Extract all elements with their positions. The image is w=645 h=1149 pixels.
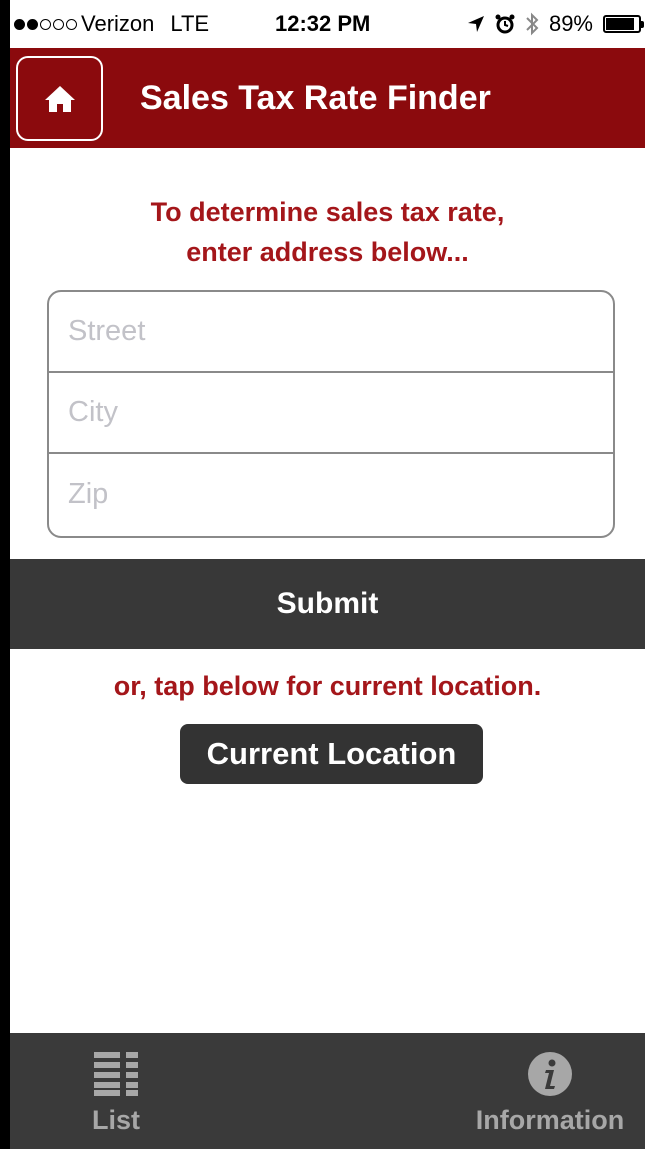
zip-field-row: [49, 454, 613, 535]
tab-list-label: List: [91, 1105, 140, 1135]
info-icon: [527, 1049, 573, 1099]
bluetooth-icon: [526, 12, 539, 36]
status-bar: Verizon LTE 12:32 PM 89%: [10, 0, 645, 48]
home-button[interactable]: [16, 56, 103, 141]
battery-icon: [603, 15, 644, 33]
city-field-row: [49, 373, 613, 454]
status-time: 12:32 PM: [275, 11, 371, 36]
list-icon: [94, 1049, 138, 1099]
street-field-row: [49, 292, 613, 373]
app-header: Sales Tax Rate Finder: [10, 48, 645, 148]
signal-dots-icon: [14, 18, 77, 30]
carrier-label: Verizon: [81, 11, 155, 36]
submit-button[interactable]: Submit: [10, 559, 645, 649]
page-title: Sales Tax Rate Finder: [140, 78, 491, 117]
network-label: LTE: [170, 11, 210, 36]
status-right: 89%: [467, 11, 644, 37]
tab-information[interactable]: Information: [460, 1033, 640, 1149]
instruction-line-2: enter address below...: [186, 237, 469, 267]
street-input[interactable]: [68, 315, 613, 348]
battery-percent: 89%: [548, 11, 593, 36]
zip-input[interactable]: [68, 478, 613, 511]
home-icon: [44, 85, 75, 112]
battery-fill: [606, 18, 635, 30]
alarm-icon: [495, 14, 515, 34]
location-prompt: or, tap below for current location.: [113, 671, 542, 701]
tab-bar: List Information: [10, 1033, 645, 1149]
instruction-text: To determine sales tax rate, enter addre…: [10, 192, 645, 272]
instruction-line-1: To determine sales tax rate,: [150, 197, 505, 227]
address-form: [47, 290, 615, 538]
tab-list[interactable]: List: [76, 1033, 156, 1149]
status-left: Verizon LTE: [10, 11, 209, 37]
current-location-button[interactable]: Current Location: [180, 724, 483, 784]
main-content: To determine sales tax rate, enter addre…: [10, 148, 645, 1033]
tab-information-label: Information: [475, 1105, 625, 1135]
city-input[interactable]: [68, 396, 613, 429]
location-arrow-icon: [467, 16, 484, 32]
